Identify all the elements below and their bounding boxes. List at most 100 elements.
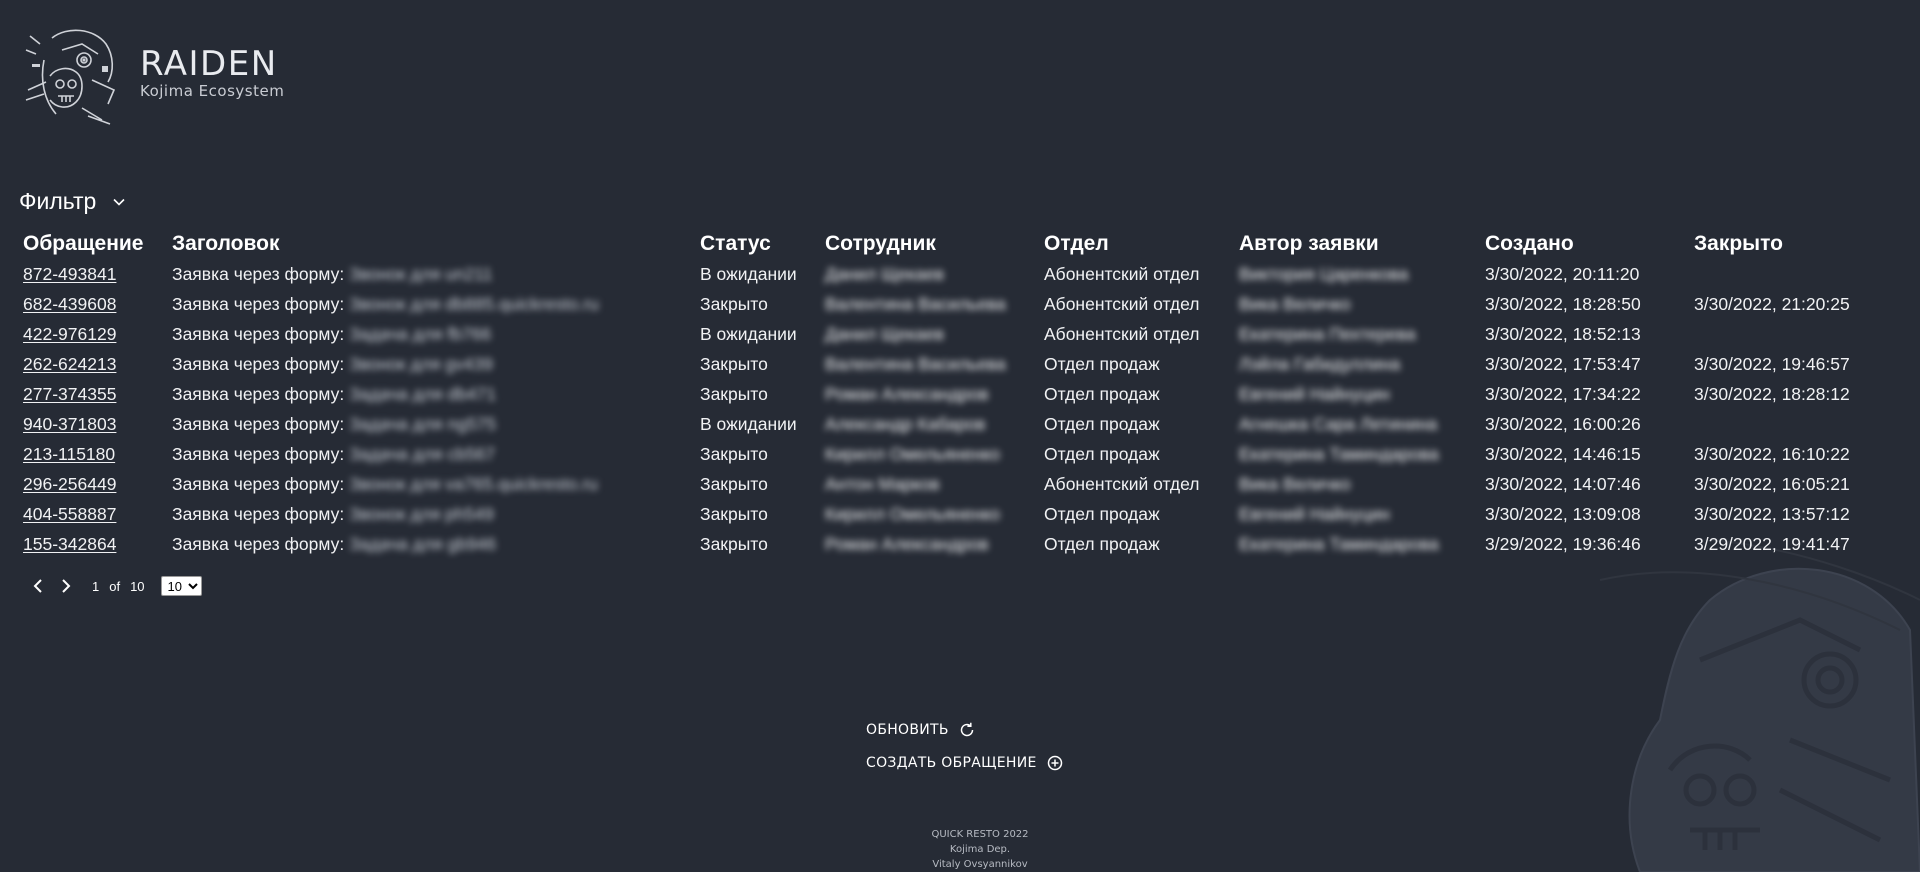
plus-circle-icon <box>1047 755 1062 771</box>
table-row: 404-558887 Заявка через форму: Звонок дл… <box>0 500 1920 530</box>
table-row: 155-342864 Заявка через форму: Задача дл… <box>0 530 1920 560</box>
ticket-created: 3/30/2022, 17:34:22 <box>1485 384 1641 404</box>
ticket-employee: Александр Кабаров <box>825 414 986 434</box>
ticket-employee: Валентина Васильева <box>825 294 1006 314</box>
ticket-status: Закрыто <box>700 504 768 524</box>
ticket-department: Абонентский отдел <box>1044 264 1200 284</box>
pagination: 1 of 10 10 <box>28 576 202 596</box>
ticket-subject: Звонок для va765.quickresto.ru <box>349 474 598 494</box>
next-page-button[interactable] <box>56 576 76 596</box>
ticket-id-link[interactable]: 296-256449 <box>23 474 116 495</box>
ticket-subject: Звонок для db885.quickresto.ru <box>349 294 599 314</box>
ticket-id-link[interactable]: 155-342864 <box>23 534 116 555</box>
ticket-closed: 3/30/2022, 13:57:12 <box>1694 504 1850 524</box>
column-header-id[interactable]: Обращение <box>23 232 143 256</box>
ticket-id-link[interactable]: 682-439608 <box>23 294 116 315</box>
ticket-employee: Данил Щекаев <box>825 324 945 344</box>
ticket-department: Отдел продаж <box>1044 504 1160 524</box>
ticket-status: Закрыто <box>700 354 768 374</box>
ticket-title: Заявка через форму: Задача для db471 <box>172 384 497 404</box>
ticket-author: Виктория Царенкова <box>1239 264 1409 284</box>
prev-page-button[interactable] <box>28 576 48 596</box>
ticket-closed: 3/29/2022, 19:41:47 <box>1694 534 1850 554</box>
ticket-id-link[interactable]: 940-371803 <box>23 414 116 435</box>
ticket-subject: Звонок для un211 <box>349 264 493 284</box>
column-header-department[interactable]: Отдел <box>1044 232 1109 256</box>
table-row: 296-256449 Заявка через форму: Звонок дл… <box>0 470 1920 500</box>
ticket-title: Заявка через форму: Звонок для va765.qui… <box>172 474 598 494</box>
ticket-created: 3/30/2022, 14:46:15 <box>1485 444 1641 464</box>
ticket-title: Заявка через форму: Задача для ng575 <box>172 414 497 434</box>
column-header-employee[interactable]: Сотрудник <box>825 232 936 256</box>
ticket-employee: Данил Щекаев <box>825 264 945 284</box>
ticket-department: Абонентский отдел <box>1044 474 1200 494</box>
ticket-id-link[interactable]: 422-976129 <box>23 324 116 345</box>
ticket-id-link[interactable]: 872-493841 <box>23 264 116 285</box>
ticket-author: Лэйла Габидуллина <box>1239 354 1401 374</box>
ticket-title: Заявка через форму: Звонок для db885.qui… <box>172 294 599 314</box>
app-page: RAIDEN Kojima Ecosystem Фильтр Обращение… <box>0 0 1920 872</box>
ticket-subject: Задача для db471 <box>349 384 497 404</box>
ticket-subject: Задача для cb567 <box>349 444 496 464</box>
ticket-author: Екатерина Таминдарова <box>1239 444 1439 464</box>
table-row: 682-439608 Заявка через форму: Звонок дл… <box>0 290 1920 320</box>
ticket-department: Абонентский отдел <box>1044 294 1200 314</box>
chevron-left-icon <box>33 579 42 593</box>
table-row: 277-374355 Заявка через форму: Задача дл… <box>0 380 1920 410</box>
chevron-right-icon <box>62 579 71 593</box>
table-row: 940-371803 Заявка через форму: Задача дл… <box>0 410 1920 440</box>
table-row: 213-115180 Заявка через форму: Задача дл… <box>0 440 1920 470</box>
ticket-department: Отдел продаж <box>1044 534 1160 554</box>
column-header-title[interactable]: Заголовок <box>172 232 279 256</box>
table-header: Обращение Заголовок Статус Сотрудник Отд… <box>0 230 1920 260</box>
ticket-title: Заявка через форму: Задача для cb567 <box>172 444 496 464</box>
column-header-author[interactable]: Автор заявки <box>1239 232 1379 256</box>
refresh-button[interactable]: ОБНОВИТЬ <box>866 721 976 739</box>
column-header-status[interactable]: Статус <box>700 232 771 256</box>
ticket-employee: Роман Александров <box>825 534 989 554</box>
ticket-created: 3/30/2022, 17:53:47 <box>1485 354 1641 374</box>
ticket-author: Евгений Найнуцин <box>1239 504 1390 524</box>
ticket-title: Заявка через форму: Звонок для ph549 <box>172 504 494 524</box>
ticket-title: Заявка через форму: Задача для fb766 <box>172 324 492 344</box>
footer-author: Vitaly Ovsyannikov <box>932 859 1028 870</box>
ticket-status: В ожидании <box>700 414 797 434</box>
ticket-department: Отдел продаж <box>1044 414 1160 434</box>
ticket-created: 3/29/2022, 19:36:46 <box>1485 534 1641 554</box>
ticket-created: 3/30/2022, 13:09:08 <box>1485 504 1641 524</box>
ticket-status: Закрыто <box>700 294 768 314</box>
ticket-created: 3/30/2022, 14:07:46 <box>1485 474 1641 494</box>
footer-department: Kojima Dep. <box>949 844 1011 855</box>
ticket-employee: Кирилл Омельяненко <box>825 504 1001 524</box>
ticket-status: Закрыто <box>700 474 768 494</box>
table-row: 422-976129 Заявка через форму: Задача дл… <box>0 320 1920 350</box>
ticket-id-link[interactable]: 277-374355 <box>23 384 116 405</box>
ticket-id-link[interactable]: 404-558887 <box>23 504 116 525</box>
ticket-created: 3/30/2022, 20:11:20 <box>1485 264 1640 284</box>
filter-toggle[interactable]: Фильтр <box>19 188 126 215</box>
column-header-created[interactable]: Создано <box>1485 232 1574 256</box>
footer-company: QUICK RESTO 2022 <box>931 829 1029 840</box>
create-ticket-label: СОЗДАТЬ ОБРАЩЕНИЕ <box>866 755 1037 771</box>
refresh-label: ОБНОВИТЬ <box>866 722 949 738</box>
ticket-title: Заявка через форму: Звонок для gv439 <box>172 354 493 374</box>
ticket-department: Отдел продаж <box>1044 384 1160 404</box>
ticket-title: Заявка через форму: Задача для gb946 <box>172 534 497 554</box>
ticket-id-link[interactable]: 262-624213 <box>23 354 116 375</box>
page-of-label: of <box>109 578 121 594</box>
ticket-subject: Задача для ng575 <box>349 414 497 434</box>
ticket-id-link[interactable]: 213-115180 <box>23 444 115 465</box>
tickets-table: Обращение Заголовок Статус Сотрудник Отд… <box>0 230 1920 560</box>
ticket-department: Абонентский отдел <box>1044 324 1200 344</box>
ticket-subject: Звонок для gv439 <box>349 354 493 374</box>
ticket-author: Вика Величко <box>1239 294 1351 314</box>
create-ticket-button[interactable]: СОЗДАТЬ ОБРАЩЕНИЕ <box>866 754 1064 772</box>
column-header-closed[interactable]: Закрыто <box>1694 232 1783 256</box>
ticket-status: Закрыто <box>700 444 768 464</box>
footer: QUICK RESTO 2022 Kojima Dep. Vitaly Ovsy… <box>880 827 1080 872</box>
brand-title: RAIDEN <box>140 44 278 84</box>
ticket-department: Отдел продаж <box>1044 444 1160 464</box>
ticket-author: Вика Величко <box>1239 474 1351 494</box>
page-size-select[interactable]: 10 <box>160 576 202 596</box>
ticket-closed: 3/30/2022, 18:28:12 <box>1694 384 1850 404</box>
